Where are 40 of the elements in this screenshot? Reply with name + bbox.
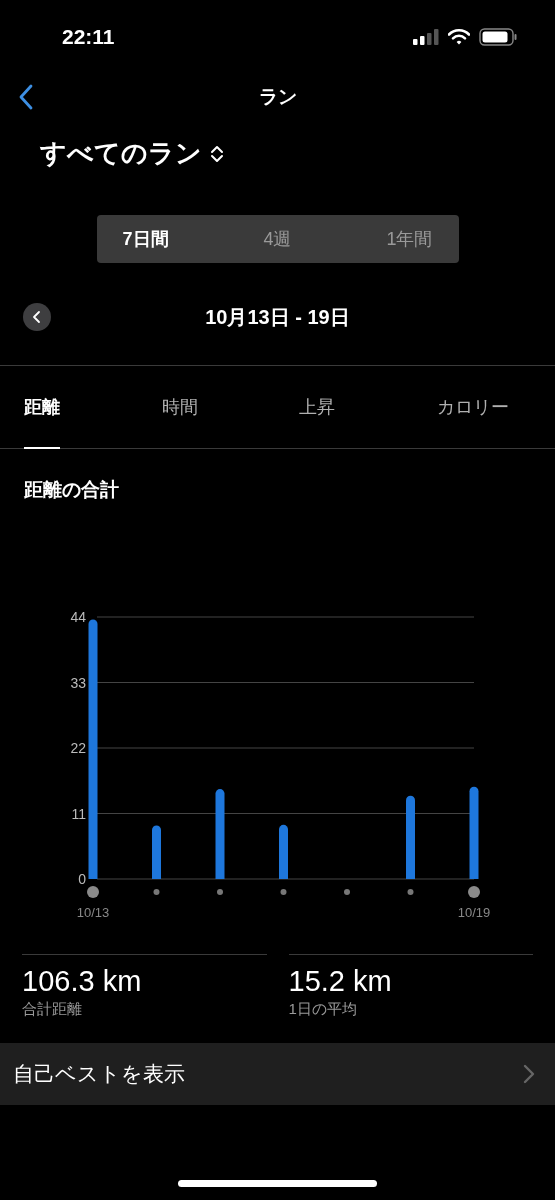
x-axis-label: 10/19 (457, 905, 491, 920)
metric-tab[interactable]: 距離 (24, 366, 60, 449)
previous-week-button[interactable] (23, 303, 51, 331)
chevron-left-icon (32, 310, 42, 324)
wifi-icon (448, 29, 470, 45)
section-title: 距離の合計 (24, 478, 120, 502)
y-axis-label: 11 (71, 805, 86, 822)
screen-title: ラン (258, 85, 297, 109)
day-marker-icon (280, 889, 287, 895)
period-tab[interactable]: 7日間 (122, 223, 169, 255)
y-axis-label: 33 (70, 674, 86, 691)
activity-filter-dropdown[interactable]: すべてのラン (40, 136, 224, 171)
day-marker-icon (344, 889, 350, 895)
metric-tab[interactable]: 時間 (161, 366, 198, 449)
day-marker-icon (153, 889, 160, 895)
distance-bar (279, 824, 288, 879)
stat-value: 106.3 km (22, 965, 143, 998)
x-axis-label: 10/13 (76, 905, 110, 920)
distance-bar (152, 825, 161, 879)
battery-icon (479, 28, 517, 46)
day-marker-icon (87, 886, 99, 898)
up-down-chevron-icon (210, 143, 224, 164)
day-marker-icon (468, 886, 480, 898)
period-tab[interactable]: 4週 (263, 223, 292, 255)
y-axis-label: 0 (78, 871, 86, 887)
stat-value: 15.2 km (288, 965, 393, 998)
day-marker-icon (217, 889, 223, 895)
signal-icon (413, 29, 439, 45)
y-axis-label: 44 (70, 609, 86, 625)
stat-label: 合計距離 (22, 1000, 83, 1019)
stat-label: 1日の平均 (288, 1000, 358, 1019)
metric-tab[interactable]: 上昇 (299, 366, 336, 449)
chevron-right-icon (523, 1064, 535, 1084)
status-time: 22:11 (62, 25, 116, 49)
y-axis-label: 22 (70, 740, 86, 756)
date-range-label: 10月13日 - 19日 (205, 304, 350, 330)
personal-best-row[interactable]: 自己ベストを表示 (0, 1043, 555, 1105)
metric-tab[interactable]: カロリー (436, 366, 509, 449)
period-tab[interactable]: 1年間 (386, 223, 433, 255)
day-marker-icon (407, 889, 414, 895)
